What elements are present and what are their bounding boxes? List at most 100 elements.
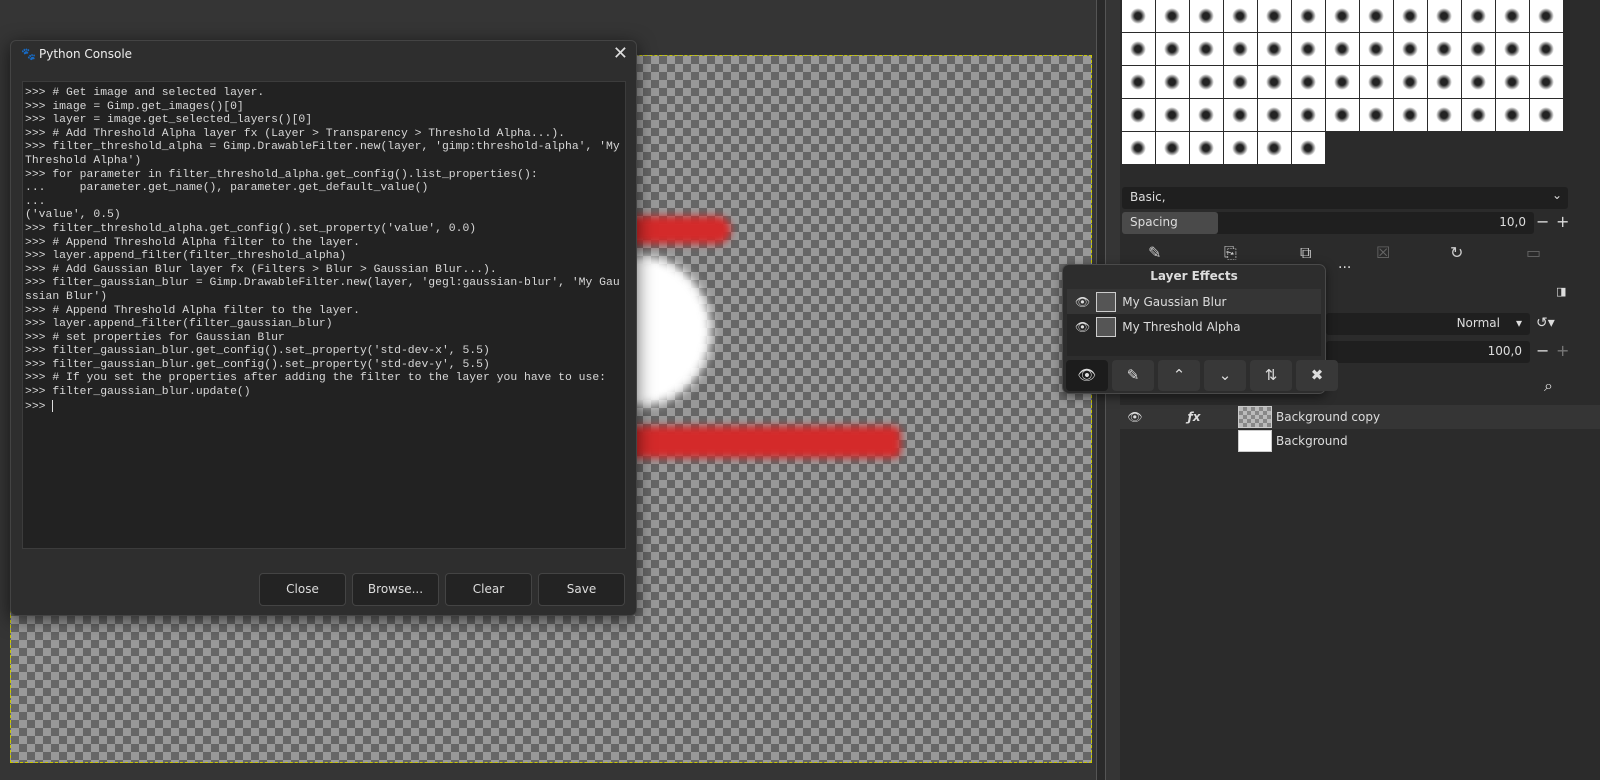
lower-effect-button[interactable]: ⌄ [1204, 360, 1246, 391]
brush-thumbnail[interactable] [1190, 66, 1223, 98]
brush-thumbnail[interactable] [1156, 99, 1189, 131]
brush-thumbnail[interactable] [1326, 66, 1359, 98]
brush-thumbnail[interactable] [1360, 99, 1393, 131]
effect-thumbnail [1096, 291, 1117, 312]
eye-icon[interactable]: 👁 [1120, 410, 1150, 424]
brush-thumbnail[interactable] [1360, 66, 1393, 98]
brush-preset-select[interactable]: Basic, ⌄ [1122, 187, 1568, 209]
brush-thumbnail[interactable] [1326, 0, 1359, 32]
brush-thumbnail[interactable] [1428, 99, 1461, 131]
brush-thumbnail[interactable] [1496, 0, 1529, 32]
effect-item[interactable]: 👁 My Gaussian Blur [1067, 289, 1321, 314]
brush-thumbnail[interactable] [1394, 33, 1427, 65]
spacing-slider[interactable]: Spacing 10,0 [1122, 212, 1534, 234]
brush-thumbnail[interactable] [1156, 33, 1189, 65]
brush-thumbnail[interactable] [1224, 66, 1257, 98]
brush-thumbnail[interactable] [1258, 66, 1291, 98]
fx-icon[interactable]: ƒx [1150, 410, 1238, 424]
brush-thumbnail[interactable] [1462, 66, 1495, 98]
effect-thumbnail [1096, 316, 1117, 337]
brush-thumbnail[interactable] [1258, 99, 1291, 131]
toggle-visibility-button[interactable]: 👁 [1066, 360, 1108, 391]
brush-thumbnail[interactable] [1156, 66, 1189, 98]
brush-thumbnail[interactable] [1224, 99, 1257, 131]
brush-thumbnail[interactable] [1394, 99, 1427, 131]
raise-effect-button[interactable]: ⌃ [1158, 360, 1200, 391]
close-icon[interactable]: ✕ [613, 43, 628, 64]
brush-thumbnail[interactable] [1258, 0, 1291, 32]
layer-row[interactable]: 👁 ƒx Background copy [1120, 405, 1600, 429]
close-button[interactable]: Close [259, 573, 346, 606]
console-line: >>> # Append Threshold Alpha filter to t… [25, 304, 360, 317]
brush-thumbnail[interactable] [1326, 99, 1359, 131]
brush-thumbnail[interactable] [1496, 66, 1529, 98]
brush-thumbnail[interactable] [1462, 0, 1495, 32]
brush-thumbnail[interactable] [1258, 132, 1291, 164]
brush-thumbnail[interactable] [1496, 99, 1529, 131]
console-line: >>> filter_threshold_alpha.get_config().… [25, 222, 477, 235]
brush-thumbnail[interactable] [1156, 132, 1189, 164]
brush-thumbnail[interactable] [1122, 99, 1155, 131]
brush-thumbnail[interactable] [1360, 33, 1393, 65]
brush-thumbnail[interactable] [1122, 132, 1155, 164]
brush-thumbnail[interactable] [1462, 99, 1495, 131]
brush-thumbnail[interactable] [1122, 0, 1155, 32]
brush-thumbnail[interactable] [1530, 99, 1563, 131]
delete-brush-icon[interactable]: ☒ [1376, 243, 1390, 262]
brush-thumbnail[interactable] [1224, 0, 1257, 32]
brush-thumbnail[interactable] [1462, 33, 1495, 65]
brush-thumbnail[interactable] [1394, 66, 1427, 98]
brush-thumbnail[interactable] [1190, 99, 1223, 131]
plus-icon[interactable]: + [1556, 341, 1569, 360]
brush-thumbnail[interactable] [1190, 33, 1223, 65]
brush-thumbnail[interactable] [1122, 33, 1155, 65]
console-output[interactable]: >>> # Get image and selected layer. >>> i… [22, 81, 626, 549]
brush-thumbnail[interactable] [1224, 132, 1257, 164]
eye-icon[interactable]: 👁 [1075, 295, 1090, 309]
brush-thumbnail[interactable] [1530, 0, 1563, 32]
clear-button[interactable]: Clear [445, 573, 532, 606]
brush-thumbnail[interactable] [1360, 0, 1393, 32]
refresh-icon[interactable]: ↻ [1450, 243, 1463, 262]
remove-effect-button[interactable]: ✖ [1296, 360, 1338, 391]
merge-effects-button[interactable]: ⇅ [1250, 360, 1292, 391]
brush-thumbnail[interactable] [1122, 66, 1155, 98]
panel-menu-icon[interactable]: ◨ [1556, 285, 1566, 298]
brush-thumbnail[interactable] [1258, 33, 1291, 65]
brush-thumbnail[interactable] [1428, 0, 1461, 32]
search-icon[interactable]: ⌕ [1544, 376, 1553, 396]
brush-thumbnail[interactable] [1292, 99, 1325, 131]
brush-thumbnail[interactable] [1190, 0, 1223, 32]
brush-thumbnail[interactable] [1326, 33, 1359, 65]
plus-icon[interactable]: + [1556, 212, 1569, 231]
minus-icon[interactable]: − [1536, 212, 1549, 231]
brush-thumbnail[interactable] [1292, 0, 1325, 32]
brush-thumbnail[interactable] [1224, 33, 1257, 65]
brush-thumbnail[interactable] [1530, 66, 1563, 98]
brush-thumbnail[interactable] [1394, 0, 1427, 32]
minus-icon[interactable]: − [1536, 341, 1549, 360]
layer-mode-select[interactable]: Normal ▾ [1326, 313, 1530, 335]
eye-icon[interactable]: 👁 [1075, 320, 1090, 334]
browse-button[interactable]: Browse... [352, 573, 439, 606]
mode-reset-icon[interactable]: ↺▾ [1536, 315, 1555, 331]
new-brush-icon[interactable]: ⎘ [1224, 243, 1237, 263]
layer-row[interactable]: Background [1120, 429, 1600, 453]
brush-thumbnail[interactable] [1428, 66, 1461, 98]
brush-thumbnail[interactable] [1428, 33, 1461, 65]
brush-thumbnail[interactable] [1496, 33, 1529, 65]
brush-thumbnail[interactable] [1292, 132, 1325, 164]
more-icon[interactable]: ··· [1338, 260, 1351, 276]
edit-effect-button[interactable]: ✎ [1112, 360, 1154, 391]
brush-thumbnail[interactable] [1190, 132, 1223, 164]
save-button[interactable]: Save [538, 573, 625, 606]
brush-thumbnail[interactable] [1156, 0, 1189, 32]
brush-thumbnail[interactable] [1292, 33, 1325, 65]
effect-item[interactable]: 👁 My Threshold Alpha [1067, 314, 1321, 339]
brush-thumbnail[interactable] [1530, 33, 1563, 65]
edit-brush-icon[interactable]: ✎ [1148, 243, 1161, 262]
open-folder-icon[interactable]: ▭ [1526, 243, 1541, 262]
brush-thumbnail[interactable] [1292, 66, 1325, 98]
duplicate-brush-icon[interactable]: ⧉ [1300, 243, 1311, 263]
opacity-field[interactable]: 100,0 [1326, 341, 1530, 363]
